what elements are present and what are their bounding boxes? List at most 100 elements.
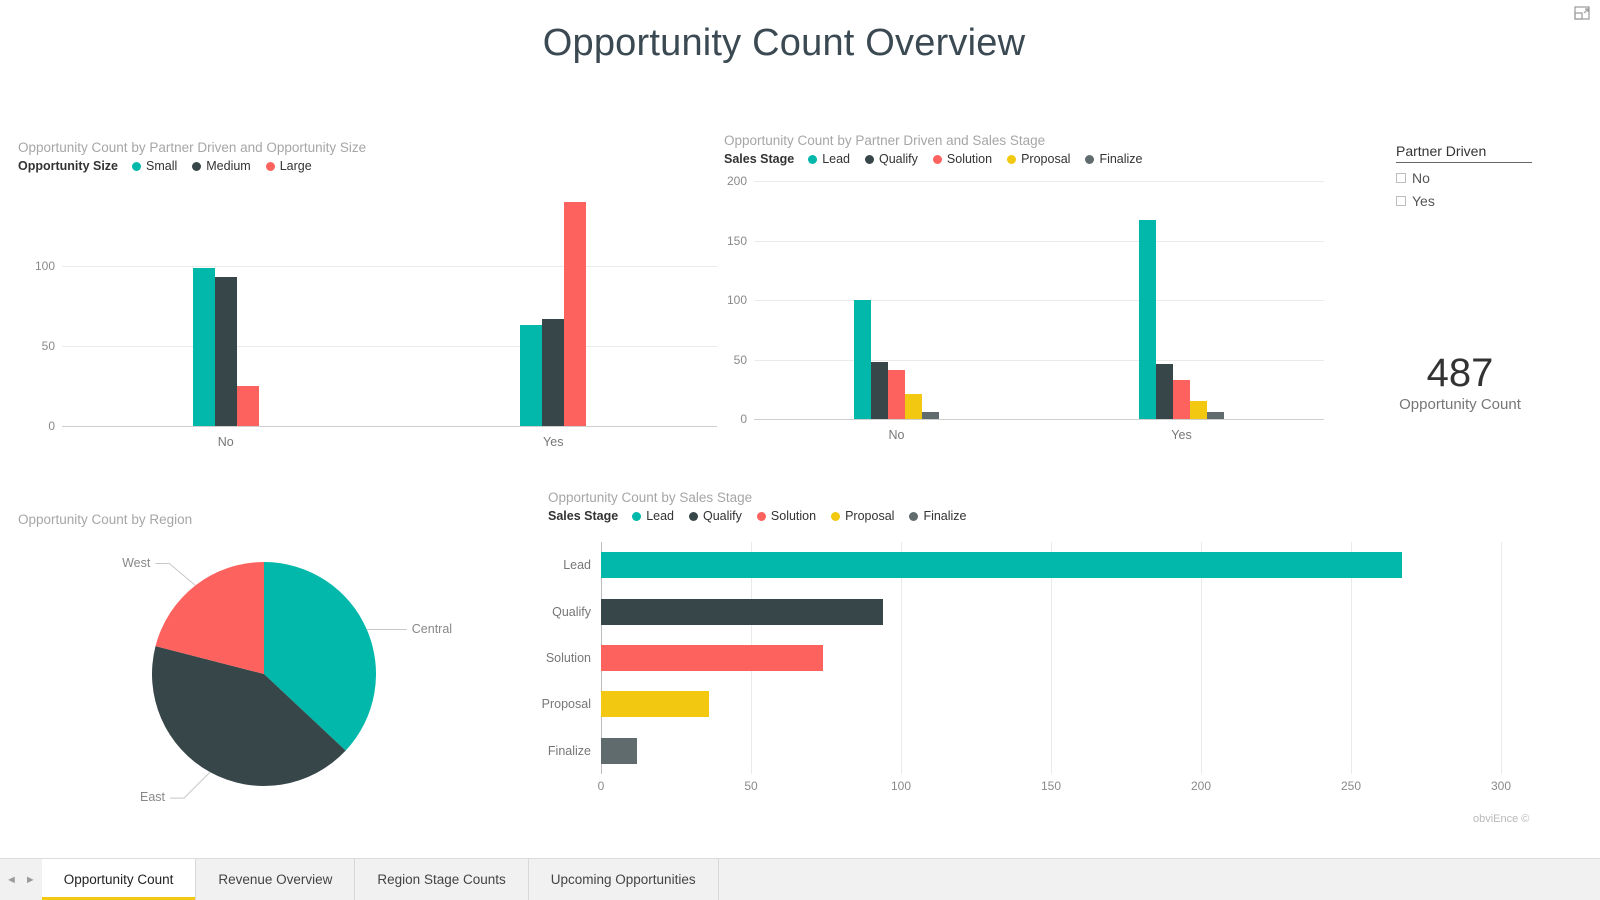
legend-title: Sales Stage xyxy=(724,152,795,166)
legend-item-lead[interactable]: Lead xyxy=(632,509,674,523)
bar[interactable] xyxy=(192,267,215,426)
page-tab[interactable]: Opportunity Count xyxy=(41,859,197,900)
legend: Sales Stage Lead Qualify Solution Propos… xyxy=(724,152,1324,166)
pie-chart[interactable] xyxy=(152,562,376,786)
prev-page-arrow[interactable]: ◄ xyxy=(6,874,17,886)
focus-mode-icon[interactable] xyxy=(1572,5,1592,22)
bar-row: Solution xyxy=(546,645,1501,671)
visual-opportunity-count-by-partner-driven-and-opportunity-size[interactable]: Opportunity Count by Partner Driven and … xyxy=(18,140,718,450)
legend-color-swatch xyxy=(689,511,698,521)
y-axis-tick-label: 0 xyxy=(48,419,55,433)
checkbox-icon[interactable] xyxy=(1396,173,1406,183)
legend-item-lead[interactable]: Lead xyxy=(808,152,850,166)
x-axis-tick-label: 150 xyxy=(1040,779,1062,793)
bar[interactable] xyxy=(1207,411,1224,419)
y-axis-category-label: Solution xyxy=(545,651,591,665)
card-value: 487 xyxy=(1426,351,1494,395)
legend-title: Opportunity Size xyxy=(18,159,118,173)
bar[interactable] xyxy=(905,394,922,419)
page-tab[interactable]: Upcoming Opportunities xyxy=(528,859,719,900)
legend-color-swatch xyxy=(831,511,841,521)
bar[interactable] xyxy=(236,386,259,426)
bar[interactable] xyxy=(214,277,237,426)
bar[interactable] xyxy=(1190,401,1207,419)
card-label: Opportunity Count xyxy=(1399,396,1521,413)
legend-item-qualify[interactable]: Qualify xyxy=(865,152,918,166)
legend-item-qualify[interactable]: Qualify xyxy=(689,509,742,523)
slicer-item-no[interactable]: No xyxy=(1396,170,1546,186)
card-opportunity-count[interactable]: 487 Opportunity Count xyxy=(1360,351,1560,413)
tab-nav-arrows: ◄ ► xyxy=(0,859,42,900)
next-page-arrow[interactable]: ► xyxy=(25,874,36,886)
slicer-item-yes[interactable]: Yes xyxy=(1396,193,1546,209)
gridline xyxy=(1501,542,1502,774)
page-tab[interactable]: Region Stage Counts xyxy=(355,859,529,900)
bar[interactable] xyxy=(1139,220,1156,419)
legend-item-label: Lead xyxy=(646,509,674,523)
legend-item-proposal[interactable]: Proposal xyxy=(831,509,894,523)
legend-item-finalize[interactable]: Finalize xyxy=(909,509,967,523)
legend-item-label: Solution xyxy=(770,509,817,523)
slicer-partner-driven[interactable]: Partner Driven No Yes xyxy=(1396,143,1546,213)
x-axis-tick-label: 200 xyxy=(1190,779,1212,793)
bar[interactable] xyxy=(888,370,905,419)
y-axis-category-label: Finalize xyxy=(547,743,591,758)
bar-group xyxy=(390,186,718,426)
legend-item-proposal[interactable]: Proposal xyxy=(1007,152,1070,166)
visual-opportunity-count-by-partner-driven-and-sales-stage[interactable]: Opportunity Count by Partner Driven and … xyxy=(724,133,1324,451)
x-axis-tick-label: 300 xyxy=(1490,779,1512,793)
legend-item-medium[interactable]: Medium xyxy=(192,159,251,173)
bar[interactable] xyxy=(564,202,587,426)
bar[interactable] xyxy=(1173,379,1190,419)
pie-slice-label: Central xyxy=(411,621,453,636)
legend-color-swatch xyxy=(192,161,202,171)
bar-row: Qualify xyxy=(552,598,1501,625)
legend-item-label: Large xyxy=(279,159,312,173)
page-tab[interactable]: Revenue Overview xyxy=(196,859,356,900)
y-axis-category-label: Lead xyxy=(563,558,591,573)
legend-item-small[interactable]: Small xyxy=(132,159,177,173)
legend-item-solution[interactable]: Solution xyxy=(932,152,992,166)
visual-title: Opportunity Count by Region xyxy=(18,512,193,527)
checkbox-icon[interactable] xyxy=(1396,196,1406,206)
legend-item-label: Medium xyxy=(206,159,251,173)
visual-opportunity-count-by-region[interactable]: Opportunity Count by Region Central East W… xyxy=(18,512,538,822)
bars-layer xyxy=(62,186,717,426)
legend-color-swatch xyxy=(808,154,818,164)
bar[interactable] xyxy=(922,411,939,419)
bar[interactable] xyxy=(601,691,709,718)
y-axis-tick-label: 150 xyxy=(726,233,747,248)
pie-slice-label: West xyxy=(122,555,151,570)
y-axis-tick-label: 50 xyxy=(733,352,747,367)
legend-color-swatch xyxy=(265,161,275,171)
y-axis-tick-label: 0 xyxy=(740,412,747,426)
visual-title: Opportunity Count by Partner Driven and … xyxy=(18,140,367,155)
plot-area: 0 50 100 150 200 250 300 Lead Qualify Solution Pro… xyxy=(542,542,1511,793)
x-axis-category-label: Yes xyxy=(543,435,564,449)
bar[interactable] xyxy=(542,318,565,426)
x-axis-tick-label: 50 xyxy=(744,779,758,793)
bar[interactable] xyxy=(601,598,883,625)
bar[interactable] xyxy=(854,300,871,419)
y-axis-tick-label: 100 xyxy=(34,259,55,273)
legend-item-large[interactable]: Large xyxy=(265,159,312,173)
bar[interactable] xyxy=(1156,364,1173,419)
bar-row: Proposal xyxy=(542,691,1501,718)
legend-color-swatch xyxy=(1007,154,1017,164)
bar[interactable] xyxy=(871,361,888,419)
x-axis-tick-label: 250 xyxy=(1340,779,1362,793)
visual-opportunity-count-by-sales-stage[interactable]: Opportunity Count by Sales Stage Sales S… xyxy=(542,490,1548,810)
slicer-item-label: No xyxy=(1412,170,1430,186)
gridline xyxy=(62,426,717,427)
visual-title: Opportunity Count by Sales Stage xyxy=(548,490,753,505)
bar[interactable] xyxy=(601,645,823,671)
legend-color-swatch xyxy=(932,154,942,164)
legend-item-solution[interactable]: Solution xyxy=(756,509,817,523)
bar[interactable] xyxy=(601,552,1402,579)
bar[interactable] xyxy=(601,737,637,764)
gridline xyxy=(754,419,1324,420)
legend-item-label: Proposal xyxy=(1021,152,1071,166)
legend-color-swatch xyxy=(632,511,642,521)
bar[interactable] xyxy=(520,325,543,426)
legend-item-finalize[interactable]: Finalize xyxy=(1085,152,1143,166)
